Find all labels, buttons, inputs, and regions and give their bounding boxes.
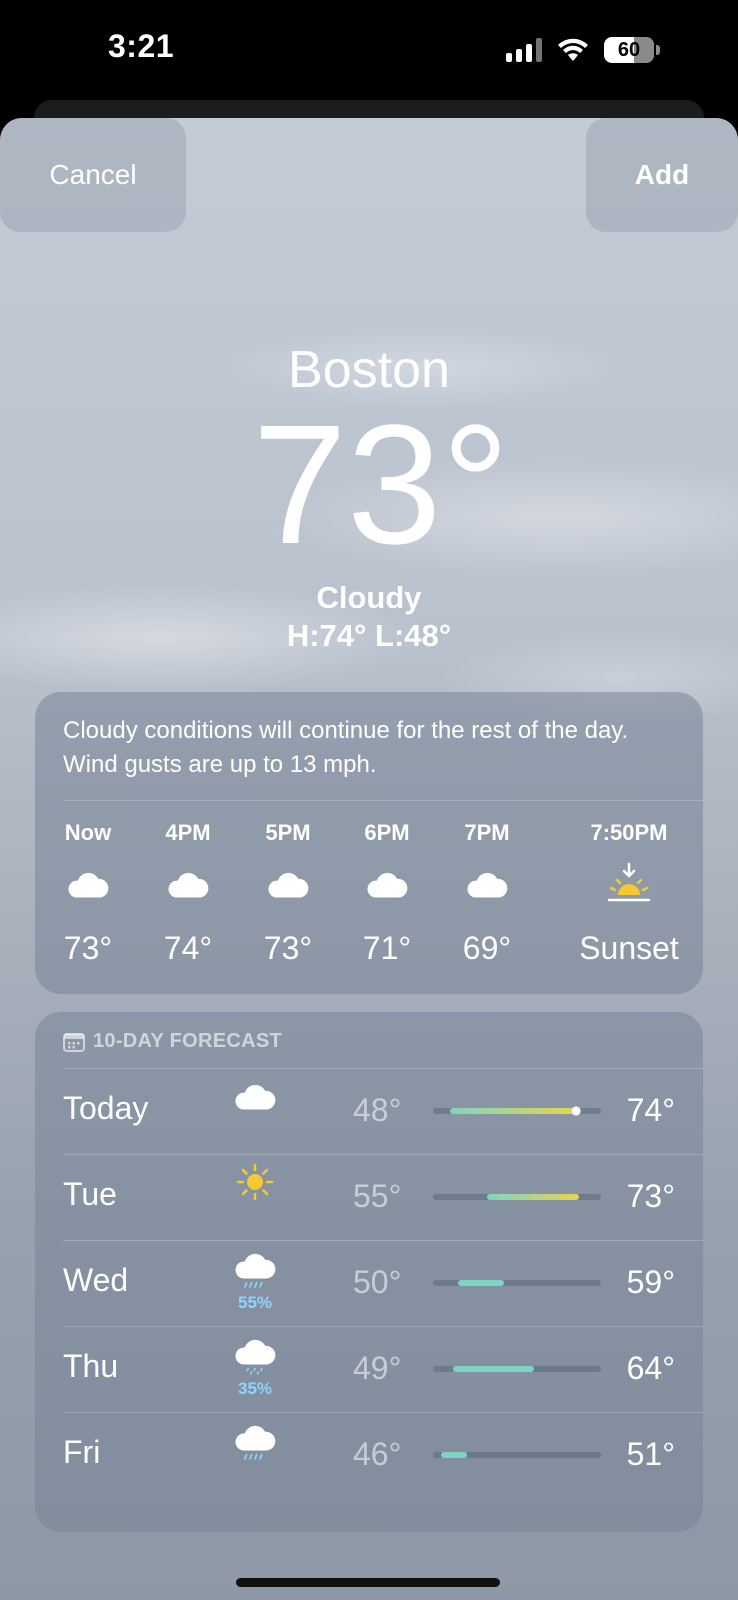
temp-range-bar [433,1452,601,1458]
divider [63,800,703,801]
day-name: Fri [63,1434,101,1470]
forecast-summary: Cloudy conditions will continue for the … [63,717,629,778]
low-temp: 48° [353,1092,402,1128]
cellular-signal-icon [506,38,542,62]
low-temp: 49° [353,1350,402,1386]
low-temp: 46° [353,1436,402,1472]
sun-icon [225,1162,285,1207]
drizzle-cloud-icon [225,1334,285,1383]
hour-label: 7:50PM [590,820,668,845]
temp-range-fill [486,1194,580,1200]
day-name: Tue [63,1176,117,1212]
temp-range-fill [458,1280,504,1286]
hourly-item: 7PM 69° [427,820,547,967]
temp-range-bar [433,1366,601,1372]
wifi-icon [558,38,588,61]
divider [63,1068,703,1069]
temp-range-bar [433,1106,601,1116]
battery-icon: 60 [604,37,654,63]
rain-cloud-icon [225,1248,285,1297]
home-indicator[interactable] [236,1578,500,1587]
current-temperature: 73° [252,390,510,580]
current-temp-marker [570,1106,581,1116]
forecast-day-row[interactable]: Thu 35% 49° 64° [35,1326,703,1412]
low-temp: 50° [353,1264,402,1300]
high-temp: 51° [626,1436,675,1472]
forecast-day-row[interactable]: Today 48° 74° [35,1068,703,1154]
forecast-header: 10-DAY FORECAST [63,1030,282,1053]
divider [63,1240,703,1241]
forecast-day-row[interactable]: Fri 46° 51° [35,1412,703,1498]
divider [63,1412,703,1413]
add-button[interactable]: Add [586,118,738,232]
low-temp: 55° [353,1178,402,1214]
high-temp: 74° [626,1092,675,1128]
divider [63,1154,703,1155]
temp-range-bar [433,1194,601,1200]
hour-temperature: 69° [462,930,512,966]
high-temp: 59° [626,1264,675,1300]
sunset-icon [569,856,689,912]
temp-range-fill [449,1108,576,1114]
cloud-icon [427,856,547,912]
temp-range-bar [433,1280,601,1286]
day-name: Thu [63,1348,119,1384]
status-bar: 3:21 60 [0,0,738,100]
status-time: 3:21 [108,28,175,64]
high-low: H:74° L:48° [286,618,452,653]
battery-level: 60 [617,38,641,61]
hourly-item: 7:50PM Sunset [569,820,689,967]
rain-cloud-icon [225,1420,285,1469]
current-condition: Cloudy [316,580,422,615]
divider [63,1326,703,1327]
high-temp: 64° [626,1350,675,1386]
hour-label: 7PM [464,820,510,845]
calendar-icon [63,1032,85,1052]
forecast-day-row[interactable]: Wed 55% 50° 59° [35,1240,703,1326]
temp-range-fill [441,1452,467,1458]
ten-day-forecast-card[interactable]: 10-DAY FORECAST Today 48° 74° Tue 55° 73° Wed 5… [35,1012,703,1532]
day-name: Today [63,1090,149,1126]
hour-temperature: Sunset [579,930,679,966]
forecast-header-label: 10-DAY FORECAST [93,1030,282,1052]
cancel-button[interactable]: Cancel [0,118,186,232]
status-icons: 60 [506,36,660,64]
day-name: Wed [63,1262,129,1298]
cloud-icon [225,1076,285,1121]
hourly-forecast-card[interactable]: Cloudy conditions will continue for the … [35,692,703,994]
temp-range-fill [453,1366,534,1372]
forecast-day-row[interactable]: Tue 55° 73° [35,1154,703,1240]
high-temp: 73° [626,1178,675,1214]
